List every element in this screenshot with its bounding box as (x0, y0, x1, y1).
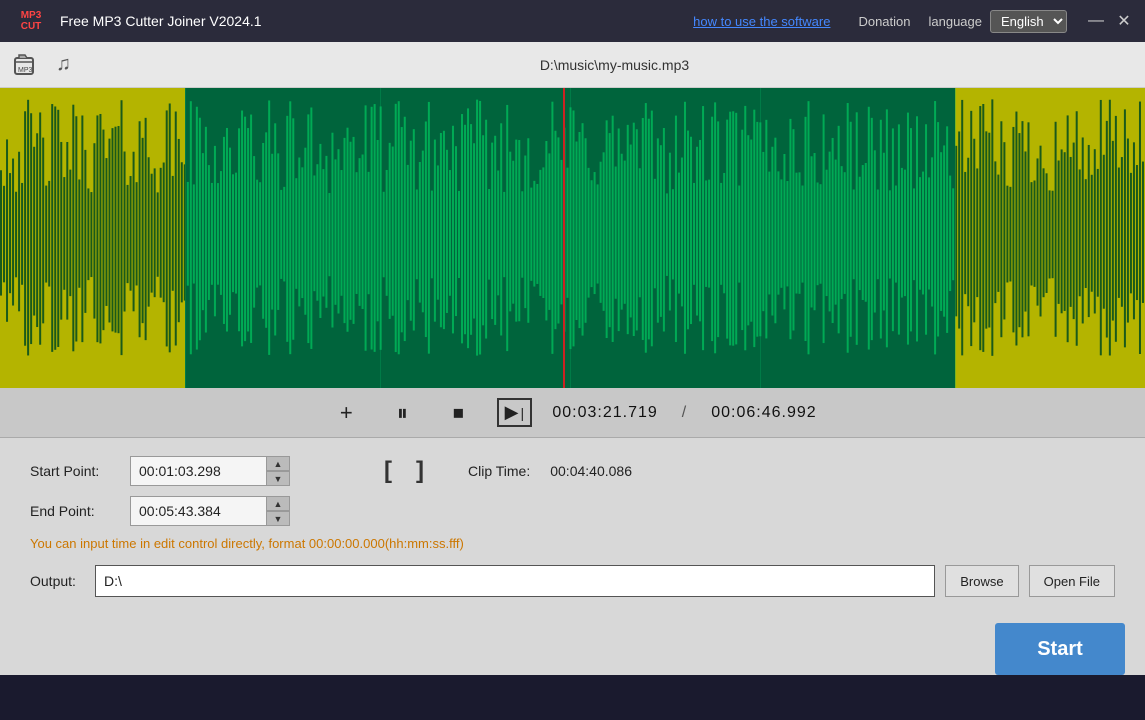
start-point-up[interactable]: ▲ (266, 456, 290, 471)
start-point-label: Start Point: (30, 463, 120, 479)
waveform-container[interactable]: // This will be rendered as SVG rects vi… (0, 88, 1145, 388)
app-title: Free MP3 Cutter Joiner V2024.1 (60, 13, 685, 29)
title-bar: MP3 CUT Free MP3 Cutter Joiner V2024.1 h… (0, 0, 1145, 42)
how-to-link[interactable]: how to use the software (693, 14, 830, 29)
close-button[interactable]: ✕ (1113, 10, 1135, 32)
end-point-down[interactable]: ▼ (266, 511, 290, 526)
total-time: 00:06:46.992 (711, 404, 816, 422)
start-row: Start (0, 611, 1145, 675)
waveform-svg: // This will be rendered as SVG rects vi… (0, 88, 1145, 388)
toolbar: MP3 ♫ D:\music\my-music.mp3 (0, 42, 1145, 88)
add-button[interactable]: + (328, 395, 364, 431)
playhead[interactable] (563, 88, 565, 388)
logo-cut: CUT (21, 21, 42, 32)
donation-link[interactable]: Donation (858, 14, 910, 29)
app-logo: MP3 CUT (10, 3, 52, 39)
svg-text:MP3: MP3 (18, 67, 33, 74)
current-time: 00:03:21.719 (552, 404, 657, 422)
language-label: language (929, 14, 983, 29)
language-select[interactable]: English (990, 10, 1067, 33)
clip-time-value: 00:04:40.086 (550, 463, 632, 479)
pause-button[interactable]: ⏸ (384, 395, 420, 431)
start-point-row: Start Point: ▲ ▼ [ ] Clip Time: 00:04:40… (30, 456, 1115, 486)
join-file-icon[interactable]: ♫ (52, 48, 86, 82)
output-row: Output: Browse Open File (30, 565, 1115, 597)
file-path-display: D:\music\my-music.mp3 (94, 57, 1135, 73)
grid-line-3 (760, 88, 761, 388)
minimize-button[interactable]: — (1085, 10, 1107, 32)
clip-time-label: Clip Time: (468, 463, 530, 479)
hint-text: You can input time in edit control direc… (30, 536, 1115, 551)
end-point-label: End Point: (30, 503, 120, 519)
end-point-spinners: ▲ ▼ (266, 496, 290, 526)
output-input[interactable] (95, 565, 935, 597)
bracket-open-button[interactable]: [ (380, 457, 396, 485)
end-point-input-wrapper: ▲ ▼ (130, 496, 290, 526)
logo-mp3: MP3 (21, 10, 42, 21)
controls-bar: + ⏸ ⏹ ▶| 00:03:21.719 / 00:06:46.992 (0, 388, 1145, 438)
end-point-row: End Point: ▲ ▼ (30, 496, 1115, 526)
edit-panel: Start Point: ▲ ▼ [ ] Clip Time: 00:04:40… (0, 438, 1145, 611)
grid-line-start (185, 88, 186, 388)
stop-button[interactable]: ⏹ (440, 395, 476, 431)
window-controls: — ✕ (1085, 10, 1135, 32)
time-separator: / (682, 404, 687, 422)
end-point-up[interactable]: ▲ (266, 496, 290, 511)
open-file-button[interactable]: Open File (1029, 565, 1115, 597)
start-point-spinners: ▲ ▼ (266, 456, 290, 486)
start-point-input-wrapper: ▲ ▼ (130, 456, 290, 486)
start-point-down[interactable]: ▼ (266, 471, 290, 486)
start-button[interactable]: Start (995, 623, 1125, 675)
svg-text:♫: ♫ (56, 53, 71, 75)
bracket-close-button[interactable]: ] (412, 457, 428, 485)
open-file-icon[interactable]: MP3 (10, 48, 44, 82)
grid-line-end (955, 88, 956, 388)
output-label: Output: (30, 573, 85, 589)
play-button[interactable]: ▶| (496, 395, 532, 431)
grid-line-2 (570, 88, 571, 388)
browse-button[interactable]: Browse (945, 565, 1018, 597)
grid-line-1 (380, 88, 381, 388)
